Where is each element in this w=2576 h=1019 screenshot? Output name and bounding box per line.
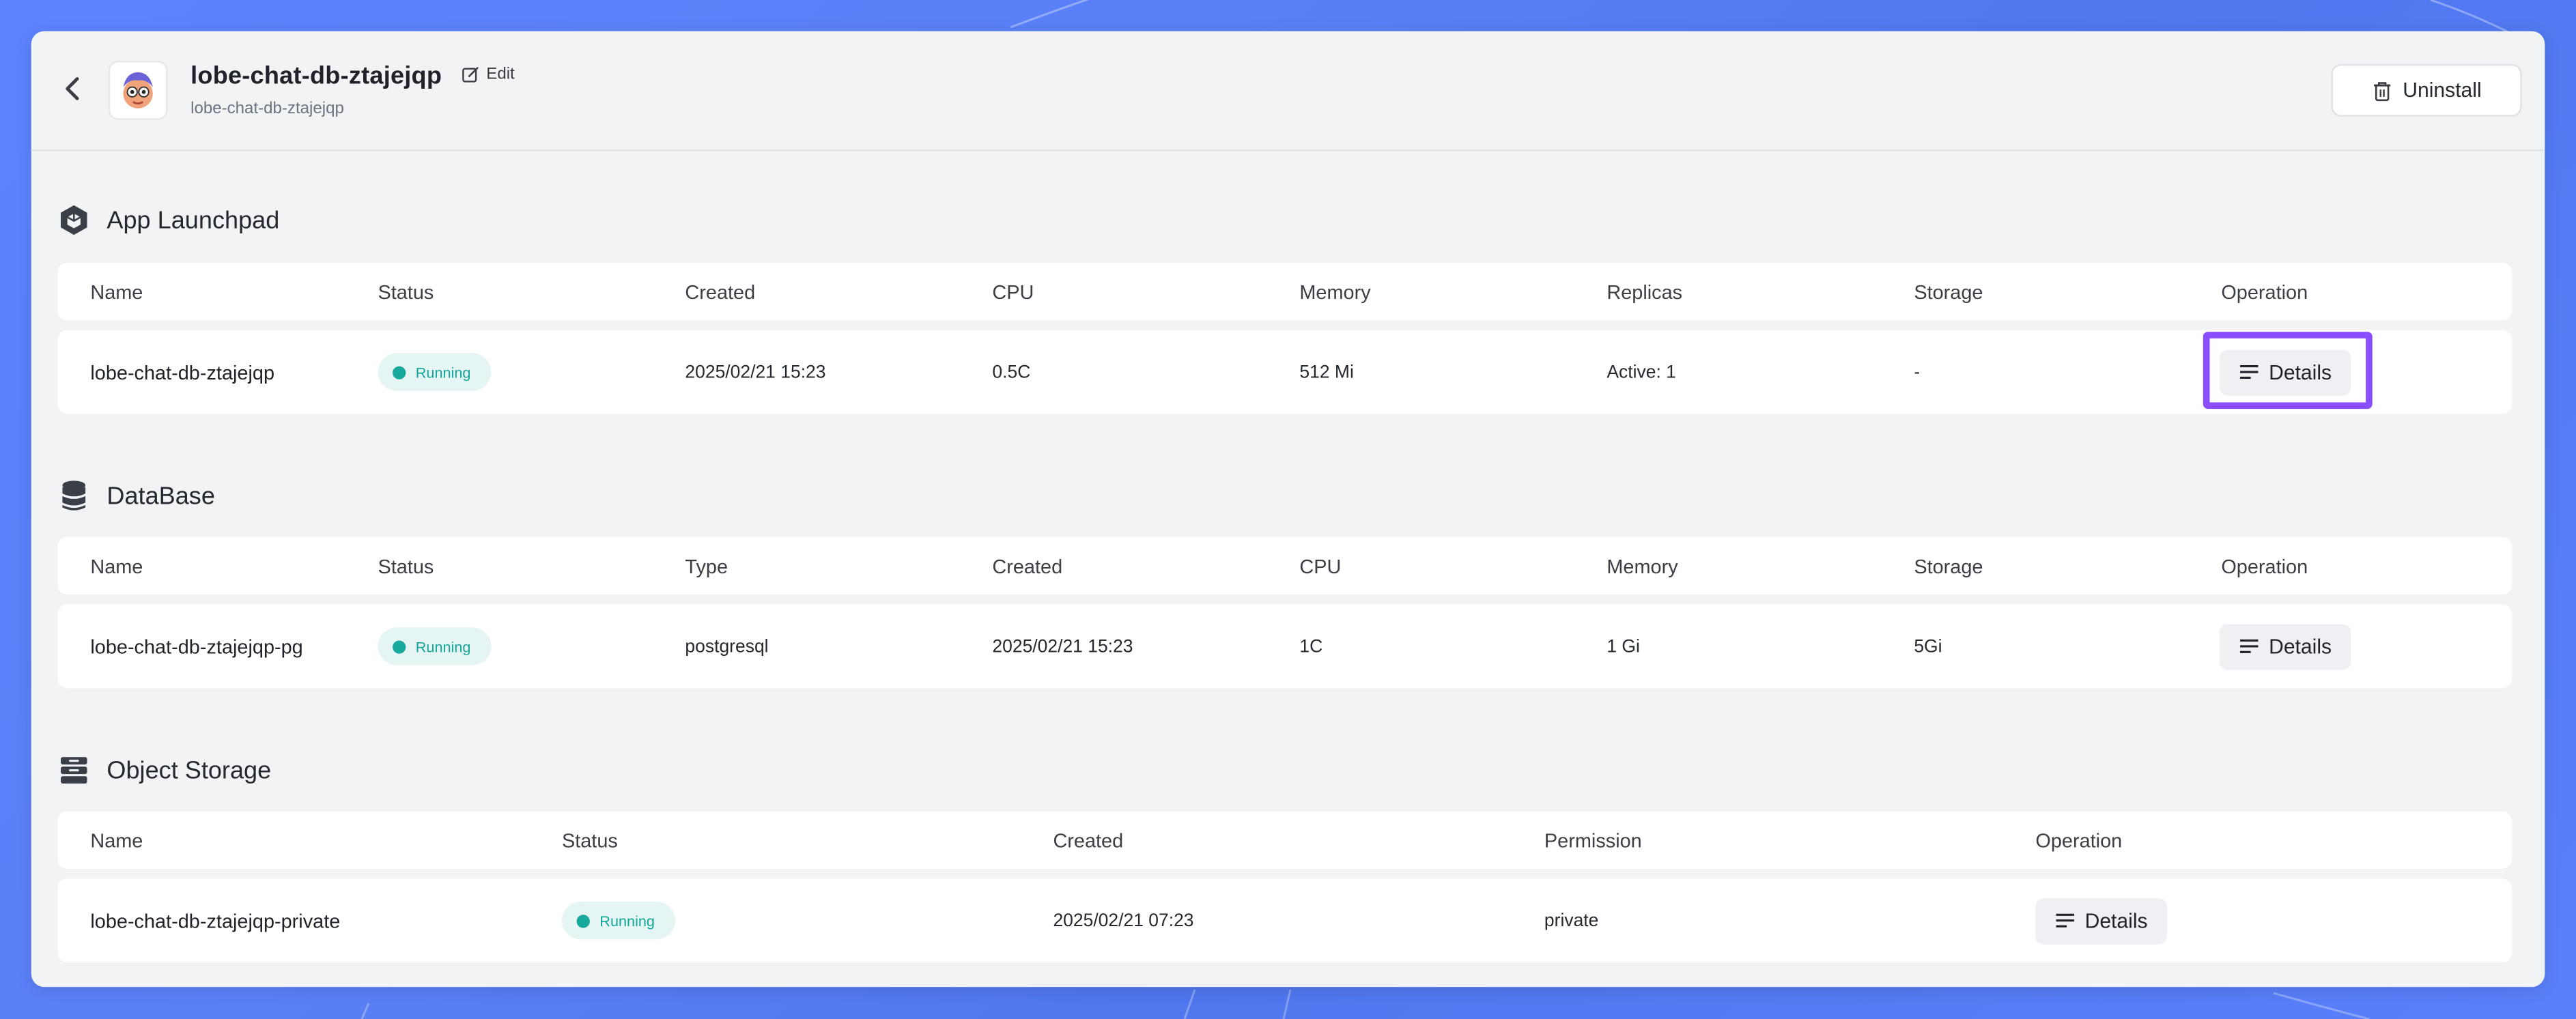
column-header: CPU (992, 280, 1034, 303)
status-text: Running (415, 637, 471, 655)
section-label: App Launchpad (107, 205, 280, 234)
column-header: Name (90, 828, 143, 852)
details-button[interactable]: Details (2035, 898, 2168, 944)
section-label: DataBase (107, 482, 215, 511)
back-button[interactable] (57, 74, 87, 103)
permission-value: private (1544, 910, 1599, 931)
section-title-database: DataBase (57, 480, 215, 513)
details-label: Details (2269, 360, 2332, 384)
column-header: Status (378, 554, 434, 577)
section-title-app-launchpad: App Launchpad (57, 203, 279, 236)
details-label: Details (2269, 635, 2332, 658)
status-badge: Running (378, 353, 491, 391)
column-header: Replicas (1607, 280, 1683, 303)
list-icon (2239, 365, 2259, 379)
section-title-object-storage: Object Storage (57, 754, 271, 786)
page-title: lobe-chat-db-ztajejqp (190, 62, 442, 91)
edit-label: Edit (486, 66, 515, 84)
column-header: Status (561, 828, 618, 852)
column-header: Name (90, 280, 143, 303)
status-badge: Running (378, 627, 491, 665)
column-header: Type (685, 554, 728, 577)
column-header: Memory (1299, 280, 1371, 303)
db-name: lobe-chat-db-ztajejqp-pg (90, 635, 303, 658)
column-header: Created (992, 554, 1063, 577)
table-row: lobe-chat-db-ztajejqp-private Running 20… (57, 878, 2513, 963)
column-header: Operation (2035, 828, 2123, 852)
column-header: Created (1053, 828, 1124, 852)
database-table-header: Name Status Type Created CPU Memory Stor… (57, 536, 2513, 595)
edit-button[interactable]: Edit (462, 66, 515, 84)
trash-icon (2373, 81, 2390, 100)
status-text: Running (599, 912, 655, 929)
app-avatar (108, 61, 168, 120)
uninstall-button[interactable]: Uninstall (2331, 63, 2522, 117)
column-header: Status (378, 280, 434, 303)
cpu-value: 1C (1299, 636, 1323, 657)
edit-icon (462, 67, 479, 83)
column-header: Operation (2221, 554, 2308, 577)
launchpad-table-header: Name Status Created CPU Memory Replicas … (57, 263, 2513, 321)
cube-icon (57, 203, 90, 236)
column-header: Operation (2221, 280, 2308, 303)
memory-value: 512 Mi (1299, 362, 1354, 382)
object-storage-table-header: Name Status Created Permission Operation (57, 811, 2513, 869)
storage-box-icon (57, 754, 90, 786)
replicas-value: Active: 1 (1607, 362, 1676, 382)
column-header: Storage (1914, 280, 1983, 303)
details-button[interactable]: Details (2219, 623, 2351, 670)
section-label: Object Storage (107, 756, 272, 785)
app-detail-window: lobe-chat-db-ztajejqp Edit lobe-chat-db-… (31, 31, 2545, 988)
db-type: postgresql (685, 636, 769, 657)
memory-value: 1 Gi (1607, 636, 1640, 657)
column-header: Created (685, 280, 756, 303)
storage-value: 5Gi (1914, 636, 1942, 657)
column-header: Permission (1544, 828, 1642, 852)
column-header: Memory (1607, 554, 1678, 577)
column-header: Storage (1914, 554, 1983, 577)
table-row: lobe-chat-db-ztajejqp Running 2025/02/21… (57, 330, 2513, 414)
status-text: Running (415, 363, 471, 381)
list-icon (2056, 913, 2074, 928)
app-name: lobe-chat-db-ztajejqp (90, 360, 275, 384)
chevron-left-icon (66, 77, 79, 100)
bucket-name: lobe-chat-db-ztajejqp-private (90, 908, 341, 932)
details-button[interactable]: Details (2219, 349, 2351, 395)
app-logo-icon (123, 72, 153, 109)
page-subtitle: lobe-chat-db-ztajejqp (190, 100, 344, 119)
database-icon (57, 480, 90, 513)
status-dot-icon (576, 914, 590, 928)
cpu-value: 0.5C (992, 362, 1031, 382)
storage-value: - (1914, 362, 1921, 382)
status-dot-icon (393, 640, 406, 653)
created-time: 2025/02/21 15:23 (685, 362, 826, 382)
column-header: Name (90, 554, 143, 577)
uninstall-label: Uninstall (2403, 78, 2482, 102)
list-icon (2239, 639, 2259, 653)
created-time: 2025/02/21 15:23 (992, 636, 1133, 657)
page-header: lobe-chat-db-ztajejqp Edit lobe-chat-db-… (31, 31, 2545, 152)
column-header: CPU (1299, 554, 1342, 577)
status-dot-icon (393, 365, 406, 379)
status-badge: Running (561, 902, 675, 940)
table-row: lobe-chat-db-ztajejqp-pg Running postgre… (57, 604, 2513, 689)
created-time: 2025/02/21 07:23 (1053, 910, 1194, 931)
details-label: Details (2084, 908, 2148, 932)
